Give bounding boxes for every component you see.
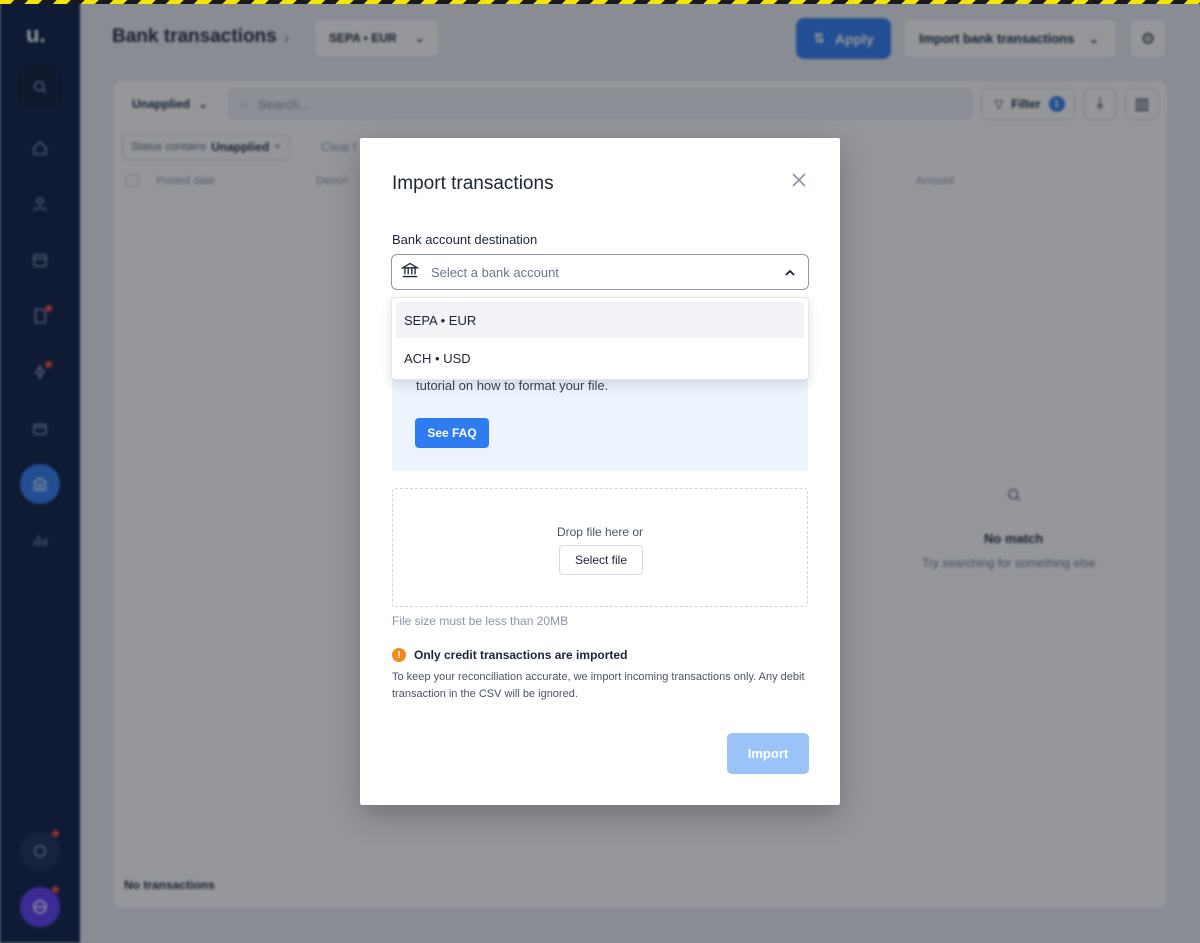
select-file-button[interactable]: Select file <box>559 545 643 575</box>
file-dropzone[interactable]: Drop file here or Select file <box>392 488 808 607</box>
bank-account-select[interactable]: Select a bank account <box>391 254 809 290</box>
warning-icon: ! <box>392 648 406 662</box>
see-faq-button[interactable]: See FAQ <box>415 418 489 448</box>
dropdown-option-ach-usd[interactable]: ACH • USD <box>396 340 804 376</box>
modal-title: Import transactions <box>392 173 554 194</box>
info-text: tutorial on how to format your file. <box>416 378 609 393</box>
warning-title: Only credit transactions are imported <box>414 648 628 662</box>
import-transactions-modal: Import transactions Bank account destina… <box>360 138 840 805</box>
top-hazard-stripe <box>0 0 1200 4</box>
destination-label: Bank account destination <box>392 232 538 247</box>
bank-account-dropdown: SEPA • EUR ACH • USD <box>391 297 809 380</box>
warning-body: To keep your reconciliation accurate, we… <box>392 671 805 700</box>
close-icon[interactable] <box>788 169 810 191</box>
bank-icon <box>400 262 420 283</box>
chevron-up-icon <box>785 263 795 281</box>
file-size-note: File size must be less than 20MB <box>392 614 569 628</box>
import-button[interactable]: Import <box>727 733 809 774</box>
select-placeholder: Select a bank account <box>431 264 559 280</box>
dropdown-option-sepa-eur[interactable]: SEPA • EUR <box>396 302 804 338</box>
drop-text: Drop file here or <box>556 525 644 539</box>
